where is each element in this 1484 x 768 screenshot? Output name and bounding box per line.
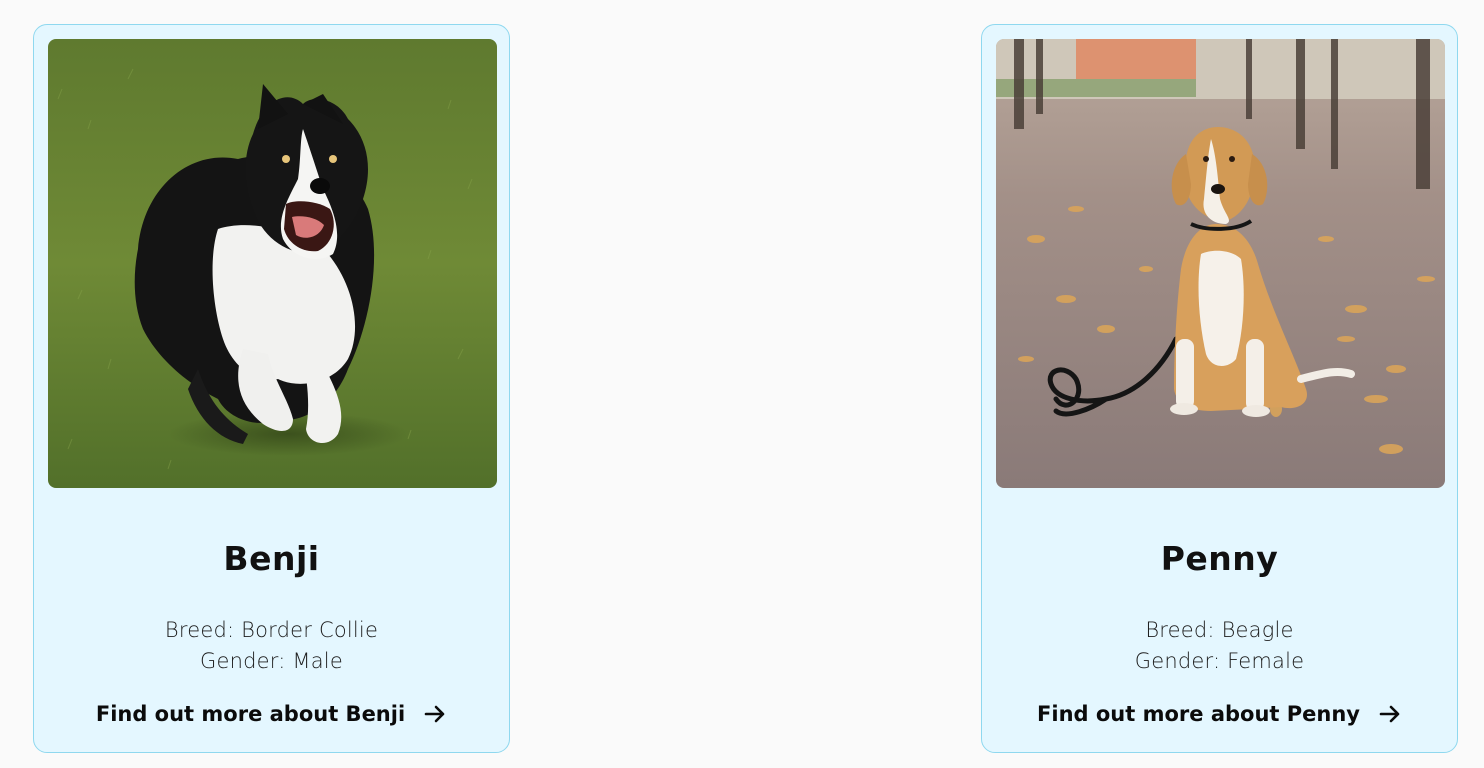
border-collie-photo-icon: [48, 39, 497, 488]
dog-details: Breed: Beagle Gender: Female: [982, 615, 1457, 677]
dog-card-penny: Penny Breed: Beagle Gender: Female Find …: [981, 24, 1458, 753]
arrow-right-icon: [424, 705, 445, 723]
arrow-right-icon: [1379, 705, 1400, 723]
beagle-photo-icon: [996, 39, 1445, 488]
find-out-more-label: Find out more about Penny: [1037, 702, 1360, 726]
find-out-more-link-penny[interactable]: Find out more about Penny: [982, 699, 1457, 729]
dog-breed: Breed: Beagle: [1145, 618, 1294, 642]
find-out-more-label: Find out more about Benji: [95, 702, 406, 726]
dog-details: Breed: Border Collie Gender: Male: [34, 615, 509, 677]
dog-card-benji: Benji Breed: Border Collie Gender: Male …: [33, 24, 510, 753]
dog-gender: Gender: Male: [200, 649, 343, 673]
dog-gender: Gender: Female: [1134, 649, 1305, 673]
dog-photo: [996, 39, 1445, 488]
dog-photo: [48, 39, 497, 488]
dog-name: Benji: [223, 539, 320, 578]
find-out-more-link-benji[interactable]: Find out more about Benji: [34, 699, 509, 729]
dog-breed: Breed: Border Collie: [164, 618, 379, 642]
dog-name: Penny: [1160, 539, 1279, 578]
